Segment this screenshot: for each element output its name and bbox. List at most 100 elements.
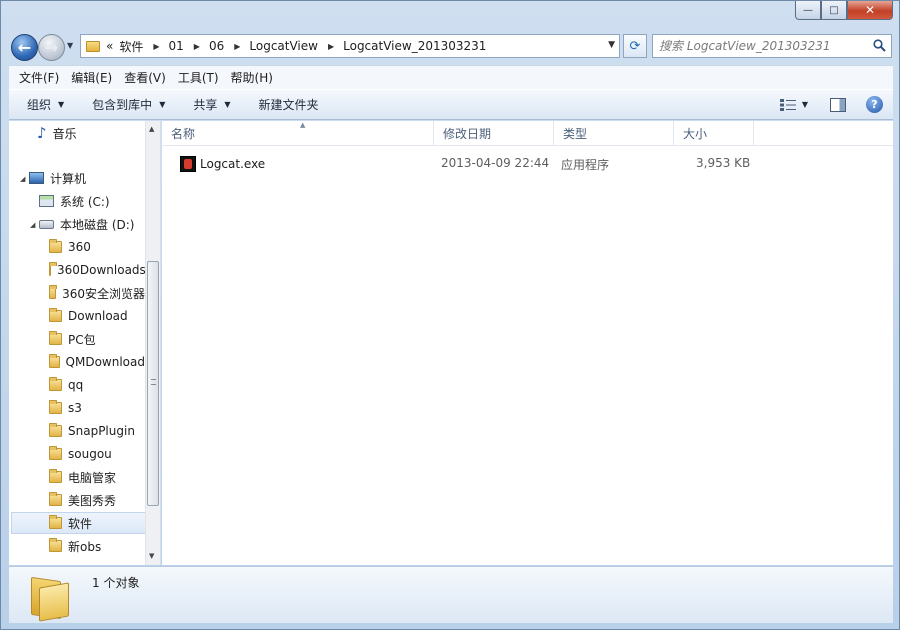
- breadcrumb-item[interactable]: 01: [169, 39, 184, 53]
- new-folder-button[interactable]: 新建文件夹: [241, 96, 329, 113]
- application-icon: [180, 156, 196, 172]
- nav-folder-label: 360Downloads: [57, 263, 145, 277]
- nav-folder-label: 软件: [68, 516, 93, 531]
- collapse-arrow-icon[interactable]: ◢: [20, 175, 25, 183]
- folder-icon: [49, 239, 62, 253]
- folder-icon: [49, 515, 62, 529]
- address-history-dropdown[interactable]: ▼: [608, 40, 615, 50]
- hard-drive-icon: [39, 219, 54, 229]
- nav-folder[interactable]: 美图秀秀: [49, 489, 145, 511]
- nav-folder[interactable]: 电脑管家: [49, 466, 145, 488]
- nav-item-drive-d[interactable]: 本地磁盘 (D:): [39, 213, 160, 235]
- maximize-button[interactable]: □: [821, 1, 847, 20]
- nav-folder-label: 电脑管家: [68, 470, 117, 485]
- help-icon[interactable]: ?: [866, 96, 883, 113]
- file-row[interactable]: Logcat.exe 2013-04-09 22:44 应用程序 3,953 K…: [162, 153, 762, 175]
- nav-folder[interactable]: PC包: [49, 328, 145, 350]
- recent-pages-dropdown[interactable]: ▼: [67, 41, 73, 50]
- folder-icon: [49, 492, 62, 506]
- nav-folder[interactable]: 360安全浏览器: [49, 282, 145, 304]
- menu-help[interactable]: 帮助(H): [225, 69, 279, 86]
- folder-icon: [49, 469, 62, 483]
- nav-folder-label: Download: [68, 309, 128, 323]
- nav-folder[interactable]: s3: [49, 397, 145, 419]
- folder-icon: [49, 285, 58, 299]
- navigation-scrollbar[interactable]: ▲ ▼: [145, 121, 160, 565]
- column-header: 名称 修改日期 类型 大小: [162, 121, 893, 146]
- system-drive-icon: [39, 195, 54, 207]
- column-modified[interactable]: 修改日期: [434, 121, 554, 146]
- back-button[interactable]: ←: [11, 34, 38, 61]
- column-name[interactable]: 名称: [162, 121, 434, 146]
- menu-edit[interactable]: 编辑(E): [65, 69, 118, 86]
- include-library-button[interactable]: 包含到库中 ▼: [74, 96, 175, 113]
- file-name: Logcat.exe: [200, 157, 266, 171]
- column-size[interactable]: 大小: [674, 121, 754, 146]
- nav-item-drive-c[interactable]: 系统 (C:): [39, 190, 160, 212]
- breadcrumb-separator-icon[interactable]: ▶: [153, 42, 159, 51]
- folder-icon: [49, 423, 62, 437]
- breadcrumb-item[interactable]: LogcatView_201303231: [343, 39, 486, 53]
- share-button[interactable]: 共享 ▼: [175, 96, 240, 113]
- search-input[interactable]: [659, 39, 869, 53]
- nav-item-computer[interactable]: 计算机: [29, 167, 160, 189]
- nav-item-label: 计算机: [50, 171, 87, 186]
- menu-tools[interactable]: 工具(T): [172, 69, 225, 86]
- breadcrumb-overflow[interactable]: «: [106, 39, 113, 53]
- breadcrumb: 软件 ▶ 01 ▶ 06 ▶ LogcatView ▶ LogcatView_2…: [119, 38, 486, 55]
- minimize-button[interactable]: —: [795, 1, 821, 20]
- nav-folder[interactable]: qq: [49, 374, 145, 396]
- breadcrumb-separator-icon[interactable]: ▶: [194, 42, 200, 51]
- nav-folder-selected[interactable]: 软件: [11, 512, 147, 534]
- nav-folder[interactable]: 新obs: [49, 535, 145, 557]
- search-icon[interactable]: [873, 39, 886, 52]
- include-library-label: 包含到库中: [92, 98, 153, 112]
- breadcrumb-item[interactable]: 软件: [119, 38, 143, 55]
- refresh-button[interactable]: ⟳: [623, 34, 647, 58]
- nav-folder[interactable]: Download: [49, 305, 145, 327]
- organize-button[interactable]: 组织 ▼: [9, 96, 74, 113]
- nav-folder[interactable]: QMDownload: [49, 351, 145, 373]
- forward-button[interactable]: →: [38, 34, 65, 61]
- nav-folder-label: QMDownload: [65, 355, 145, 369]
- nav-folder[interactable]: 360Downloads: [49, 259, 145, 281]
- chevron-down-icon: ▼: [58, 100, 65, 109]
- folder-icon: [49, 262, 57, 276]
- breadcrumb-separator-icon[interactable]: ▶: [234, 42, 240, 51]
- grip-icon: [151, 379, 156, 385]
- column-type[interactable]: 类型: [554, 121, 674, 146]
- folder-icon: [49, 308, 62, 322]
- breadcrumb-item[interactable]: LogcatView: [249, 39, 318, 53]
- scroll-down-icon[interactable]: ▼: [149, 552, 154, 560]
- search-box[interactable]: [652, 34, 892, 58]
- navigation-pane: ♪ 音乐 ◢ 计算机 系统 (C:) ◢ 本地磁盘 (D:) 360 360Dow…: [9, 121, 161, 565]
- file-name-cell: Logcat.exe: [180, 153, 265, 175]
- column-modified-label: 修改日期: [443, 127, 492, 141]
- scroll-thumb[interactable]: [147, 261, 159, 506]
- breadcrumb-item[interactable]: 06: [209, 39, 224, 53]
- scroll-up-icon[interactable]: ▲: [149, 125, 154, 133]
- breadcrumb-separator-icon[interactable]: ▶: [328, 42, 334, 51]
- menu-bar: 文件(F) 编辑(E) 查看(V) 工具(T) 帮助(H): [9, 65, 893, 89]
- view-details-icon[interactable]: [779, 98, 796, 111]
- chevron-down-icon: ▼: [159, 100, 166, 109]
- preview-pane-icon[interactable]: [830, 97, 846, 112]
- close-button[interactable]: ✕: [847, 1, 893, 20]
- file-list: ▲ 名称 修改日期 类型 大小 Logcat.exe 2013-04-09 22…: [162, 121, 893, 565]
- nav-folder[interactable]: sougou: [49, 443, 145, 465]
- nav-folder[interactable]: SnapPlugin: [49, 420, 145, 442]
- nav-item-music[interactable]: ♪ 音乐: [37, 122, 160, 144]
- item-count: 1 个对象: [92, 576, 140, 590]
- nav-folder-label: SnapPlugin: [68, 424, 135, 438]
- nav-folder-label: sougou: [68, 447, 112, 461]
- details-pane: 1 个对象: [9, 566, 893, 623]
- folder-large-icon: [29, 573, 73, 622]
- folder-icon: [49, 377, 62, 391]
- address-bar[interactable]: « 软件 ▶ 01 ▶ 06 ▶ LogcatView ▶ LogcatView…: [80, 34, 620, 58]
- menu-view[interactable]: 查看(V): [118, 69, 172, 86]
- nav-item-label: 本地磁盘 (D:): [60, 217, 135, 232]
- collapse-arrow-icon[interactable]: ◢: [30, 221, 35, 229]
- nav-folder-label: PC包: [68, 332, 96, 347]
- menu-file[interactable]: 文件(F): [13, 69, 65, 86]
- chevron-down-icon[interactable]: ▼: [802, 100, 808, 109]
